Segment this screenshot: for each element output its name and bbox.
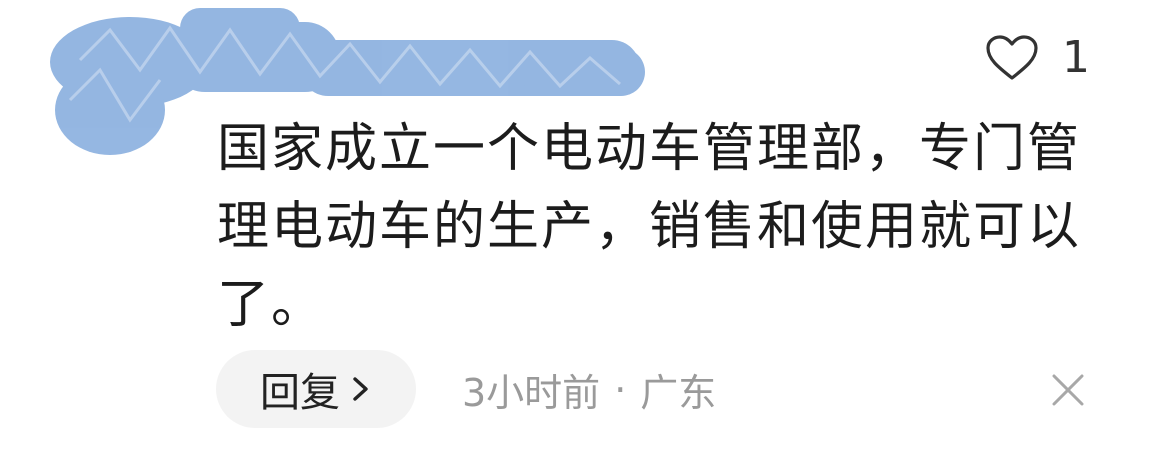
like-count: 1	[1062, 32, 1090, 83]
timestamp: 3小时前	[462, 371, 601, 415]
like-button[interactable]: 1	[984, 34, 1090, 82]
heart-outline-icon[interactable]	[984, 34, 1040, 82]
meta-separator: ·	[614, 367, 627, 412]
comment-meta: 3小时前 · 广东	[462, 362, 716, 417]
close-icon[interactable]	[1050, 372, 1086, 408]
reply-label: 回复	[260, 370, 340, 416]
location: 广东	[640, 371, 717, 415]
comment-text: 国家成立一个电动车管理部，专门管理电动车的生产，销售和使用就可以了。	[217, 119, 1082, 335]
reply-button[interactable]: 回复	[216, 350, 416, 428]
chevron-right-icon	[350, 374, 372, 404]
